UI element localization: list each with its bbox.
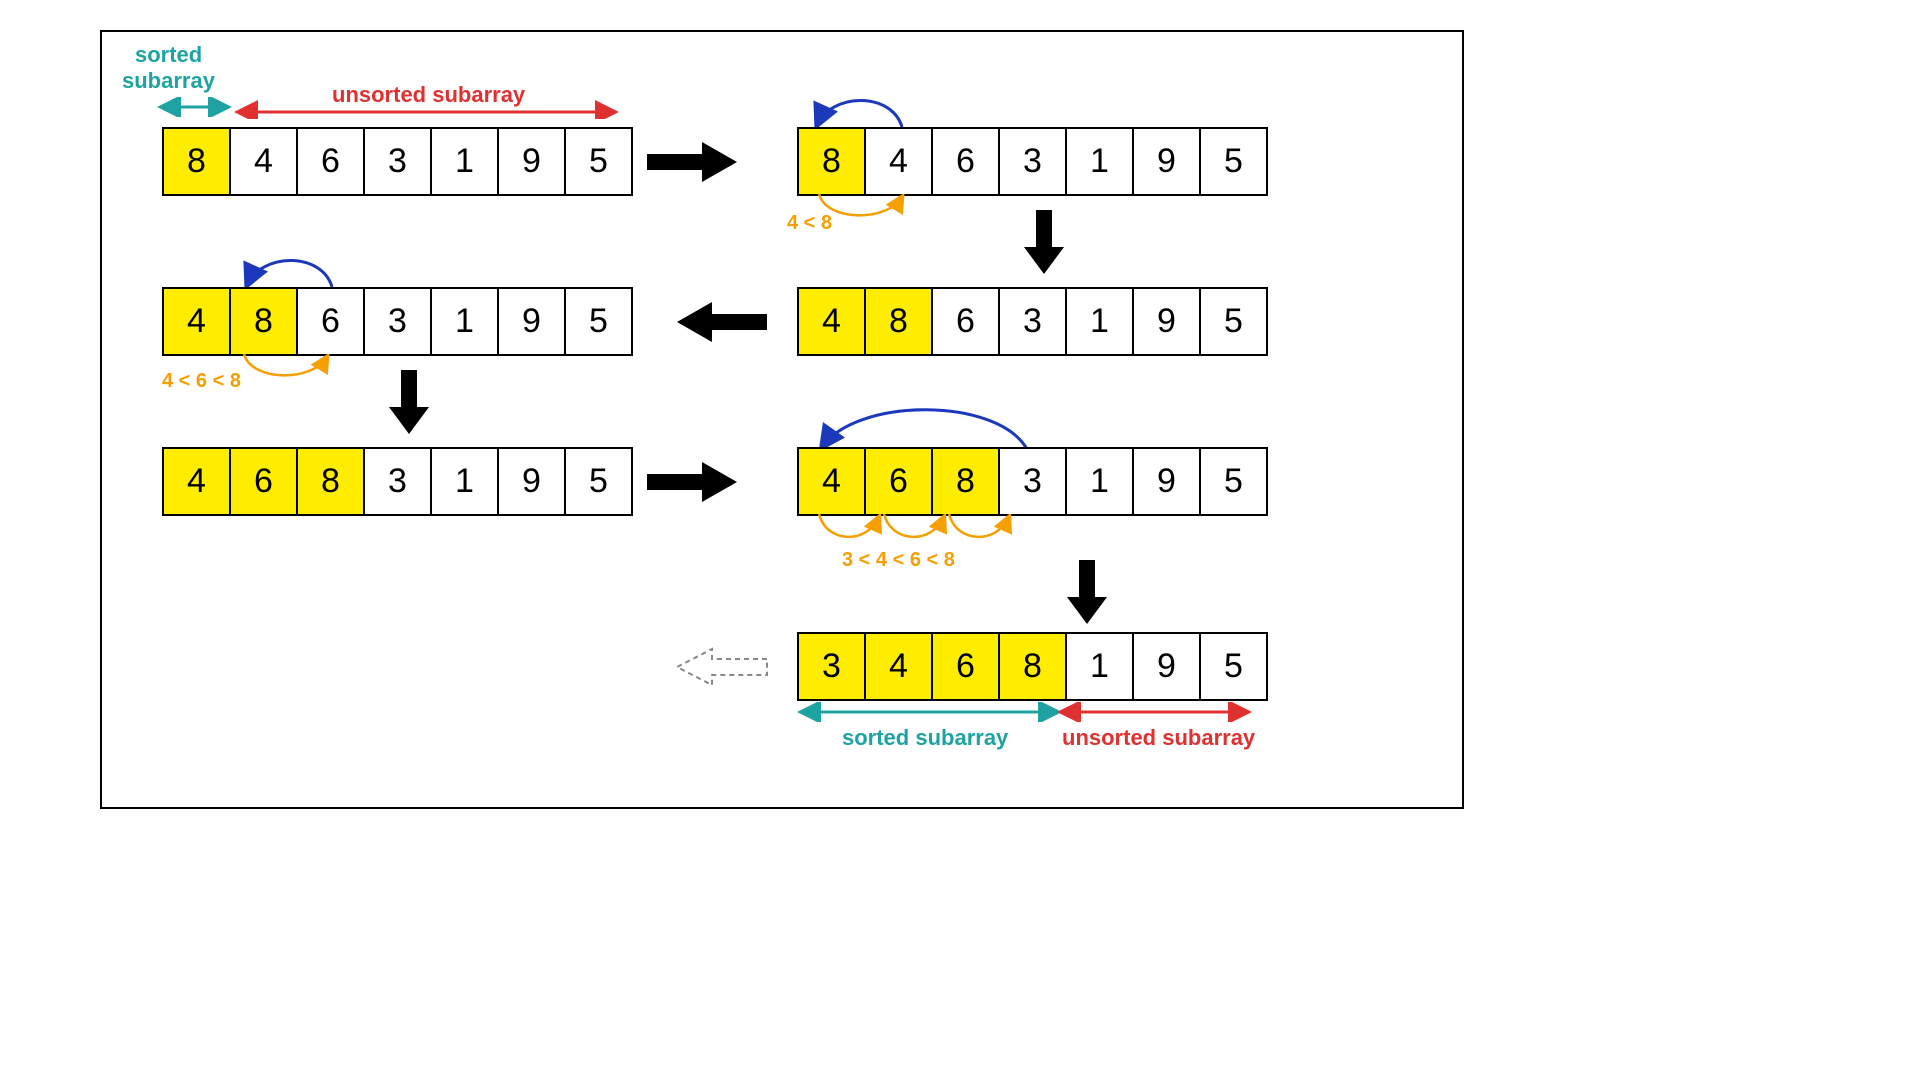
- array-cell: 8: [797, 127, 866, 196]
- orange-arcs-step4r: [797, 514, 1057, 554]
- flow-arrow-down-2: [387, 367, 431, 437]
- blue-arc-step3l: [222, 247, 352, 292]
- array-cell: 3: [998, 287, 1067, 356]
- array-step2: 8463195: [797, 127, 1268, 196]
- array-cell: 3: [797, 632, 866, 701]
- array-cell: 6: [864, 447, 933, 516]
- compare-label-2: 4 < 6 < 8: [162, 370, 241, 393]
- array-cell: 6: [296, 127, 365, 196]
- array-cell: 8: [931, 447, 1000, 516]
- array-cell: 1: [430, 287, 499, 356]
- array-step5: 3468195: [797, 632, 1268, 701]
- sorted-label-line2: subarray: [122, 68, 215, 94]
- array-cell: 4: [162, 447, 231, 516]
- array-step3l: 4863195: [162, 287, 633, 356]
- flow-arrow-right-2: [642, 460, 742, 504]
- unsorted-range-arrow-bottom: [1057, 702, 1252, 722]
- array-cell: 6: [931, 127, 1000, 196]
- array-cell: 6: [296, 287, 365, 356]
- array-cell: 3: [363, 127, 432, 196]
- array-cell: 1: [1065, 447, 1134, 516]
- compare-label-1: 4 < 8: [787, 212, 832, 235]
- sorted-label-bottom: sorted subarray: [842, 725, 1008, 751]
- array-cell: 9: [497, 447, 566, 516]
- array-cell: 6: [931, 632, 1000, 701]
- sorted-label-line1: sorted: [135, 42, 202, 68]
- flow-arrow-down-1: [1022, 207, 1066, 277]
- orange-arc-step3l: [222, 354, 352, 389]
- array-cell: 4: [797, 447, 866, 516]
- compare-label-3: 3 < 4 < 6 < 8: [842, 549, 955, 572]
- array-cell: 8: [998, 632, 1067, 701]
- array-cell: 5: [1199, 127, 1268, 196]
- array-cell: 4: [229, 127, 298, 196]
- unsorted-label-bottom: unsorted subarray: [1062, 725, 1255, 751]
- array-cell: 9: [1132, 127, 1201, 196]
- array-step4r: 4683195: [797, 447, 1268, 516]
- array-step3r: 4863195: [797, 287, 1268, 356]
- diagram-frame: sorted subarray unsorted subarray 846319…: [100, 30, 1464, 809]
- sorted-range-arrow-bottom: [797, 702, 1062, 722]
- array-cell: 5: [1199, 632, 1268, 701]
- array-cell: 6: [931, 287, 1000, 356]
- array-cell: 9: [1132, 447, 1201, 516]
- array-cell: 1: [1065, 632, 1134, 701]
- unsorted-range-arrow-top: [234, 99, 619, 119]
- array-cell: 3: [363, 447, 432, 516]
- array-cell: 5: [564, 287, 633, 356]
- array-cell: 9: [1132, 287, 1201, 356]
- array-cell: 4: [864, 127, 933, 196]
- flow-arrow-left-1: [672, 300, 772, 344]
- flow-arrow-down-3: [1065, 557, 1109, 627]
- array-cell: 4: [162, 287, 231, 356]
- array-cell: 1: [1065, 127, 1134, 196]
- array-cell: 3: [998, 127, 1067, 196]
- array-cell: 6: [229, 447, 298, 516]
- array-cell: 5: [564, 447, 633, 516]
- array-cell: 4: [864, 632, 933, 701]
- array-cell: 8: [162, 127, 231, 196]
- array-cell: 9: [497, 127, 566, 196]
- array-step1: 8463195: [162, 127, 633, 196]
- array-cell: 4: [797, 287, 866, 356]
- array-cell: 8: [296, 447, 365, 516]
- array-step4l: 4683195: [162, 447, 633, 516]
- array-cell: 9: [1132, 632, 1201, 701]
- array-cell: 9: [497, 287, 566, 356]
- array-cell: 8: [864, 287, 933, 356]
- array-cell: 1: [430, 447, 499, 516]
- array-cell: 3: [998, 447, 1067, 516]
- array-cell: 5: [1199, 447, 1268, 516]
- array-cell: 5: [1199, 287, 1268, 356]
- blue-arc-step2: [792, 87, 922, 132]
- array-cell: 5: [564, 127, 633, 196]
- array-cell: 1: [1065, 287, 1134, 356]
- flow-arrow-left-dashed: [672, 645, 772, 689]
- array-cell: 8: [229, 287, 298, 356]
- sorted-range-arrow-top: [157, 97, 232, 117]
- flow-arrow-right-1: [642, 140, 742, 184]
- array-cell: 1: [430, 127, 499, 196]
- blue-arc-step4r: [797, 399, 1047, 454]
- array-cell: 3: [363, 287, 432, 356]
